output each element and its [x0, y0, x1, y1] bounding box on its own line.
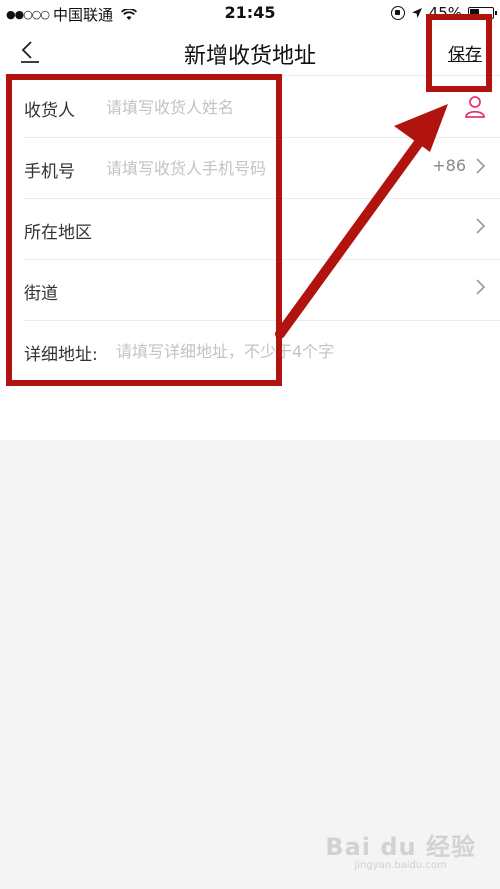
recipient-label: 收货人	[24, 101, 75, 121]
watermark-url: jingyan.baidu.com	[354, 860, 447, 871]
detail-address-input[interactable]	[116, 337, 416, 365]
battery-percent: 45%	[428, 4, 462, 22]
chevron-right-icon	[476, 279, 486, 295]
recipient-row-right	[464, 95, 486, 119]
status-bar: ●●○○○ 中国联通 21:45 45%	[0, 0, 500, 26]
watermark-logo: Bai du 经验	[325, 833, 476, 861]
chevron-right-icon	[476, 157, 486, 174]
phone-label: 手机号	[24, 162, 75, 182]
street-row[interactable]: 街道	[24, 260, 500, 321]
recipient-name-input[interactable]	[106, 93, 316, 121]
country-code: +86	[432, 156, 466, 175]
status-right: 45%	[390, 4, 497, 22]
rotation-lock-icon	[390, 6, 405, 20]
region-row[interactable]: 所在地区	[24, 199, 500, 260]
region-label: 所在地区	[24, 223, 92, 243]
battery-icon	[468, 7, 497, 19]
region-row-right	[474, 217, 486, 235]
page-title: 新增收货地址	[183, 44, 316, 69]
street-row-right	[474, 278, 486, 296]
location-arrow-icon	[411, 8, 422, 18]
country-code-selector[interactable]: +86	[432, 156, 486, 175]
street-label: 街道	[24, 284, 58, 304]
recipient-row: 收货人	[24, 77, 500, 138]
baidu-jingyan-watermark: Bai du 经验 jingyan.baidu.com	[325, 827, 476, 871]
detail-address-label: 详细地址:	[24, 345, 98, 365]
chevron-right-icon	[476, 218, 486, 234]
battery-fill	[470, 9, 480, 17]
address-form: 收货人 手机号 +86 所在地区 街道	[0, 77, 500, 382]
contact-person-icon[interactable]	[464, 95, 486, 119]
phone-number-input[interactable]	[106, 154, 316, 182]
phone-row: 手机号 +86	[24, 138, 500, 199]
nav-bar: 新增收货地址 保存	[0, 26, 500, 76]
detail-address-row: 详细地址:	[24, 321, 500, 382]
save-button[interactable]: 保存	[448, 40, 482, 65]
